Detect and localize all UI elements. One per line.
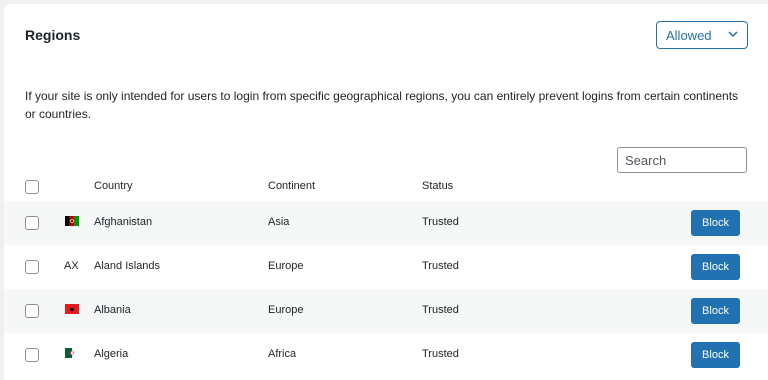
block-button[interactable]: Block bbox=[691, 342, 740, 368]
row-checkbox[interactable] bbox=[25, 348, 39, 362]
panel-title: Regions bbox=[25, 27, 81, 43]
afghanistan-flag-icon bbox=[65, 216, 79, 226]
continent-name: Europe bbox=[268, 304, 304, 316]
column-header-status[interactable]: Status bbox=[422, 180, 453, 192]
block-button[interactable]: Block bbox=[691, 210, 740, 236]
table-row: Albania Europe Trusted Block bbox=[4, 289, 768, 333]
country-name: Albania bbox=[94, 304, 131, 316]
select-all-checkbox[interactable] bbox=[25, 180, 39, 194]
panel-description: If your site is only intended for users … bbox=[25, 89, 739, 121]
row-checkbox[interactable] bbox=[25, 304, 39, 318]
block-button[interactable]: Block bbox=[691, 298, 740, 324]
filter-select[interactable]: Allowed bbox=[656, 21, 748, 49]
row-checkbox[interactable] bbox=[25, 260, 39, 274]
row-checkbox[interactable] bbox=[25, 216, 39, 230]
column-header-continent[interactable]: Continent bbox=[268, 180, 315, 192]
search-input[interactable] bbox=[617, 147, 747, 173]
status-text: Trusted bbox=[422, 260, 459, 272]
country-name: Algeria bbox=[94, 348, 129, 360]
continent-name: Asia bbox=[268, 216, 290, 228]
block-button[interactable]: Block bbox=[691, 254, 740, 280]
table-row: Algeria Africa Trusted Block bbox=[4, 333, 768, 377]
table-row: Afghanistan Asia Trusted Block bbox=[4, 201, 768, 245]
country-code: AX bbox=[64, 260, 79, 272]
status-text: Trusted bbox=[422, 304, 459, 316]
continent-name: Africa bbox=[268, 348, 297, 360]
status-text: Trusted bbox=[422, 216, 459, 228]
filter-select-value: Allowed bbox=[666, 28, 712, 43]
country-name: Aland Islands bbox=[94, 260, 161, 272]
algeria-flag-icon bbox=[65, 348, 79, 358]
regions-panel: Regions Allowed If your site is only int… bbox=[4, 4, 768, 380]
chevron-down-icon bbox=[728, 31, 738, 37]
continent-name: Europe bbox=[268, 260, 304, 272]
country-name: Afghanistan bbox=[94, 216, 153, 228]
table-row: AX Aland Islands Europe Trusted Block bbox=[4, 245, 768, 289]
status-text: Trusted bbox=[422, 348, 459, 360]
column-header-country[interactable]: Country bbox=[94, 180, 133, 192]
albania-flag-icon bbox=[65, 304, 79, 314]
